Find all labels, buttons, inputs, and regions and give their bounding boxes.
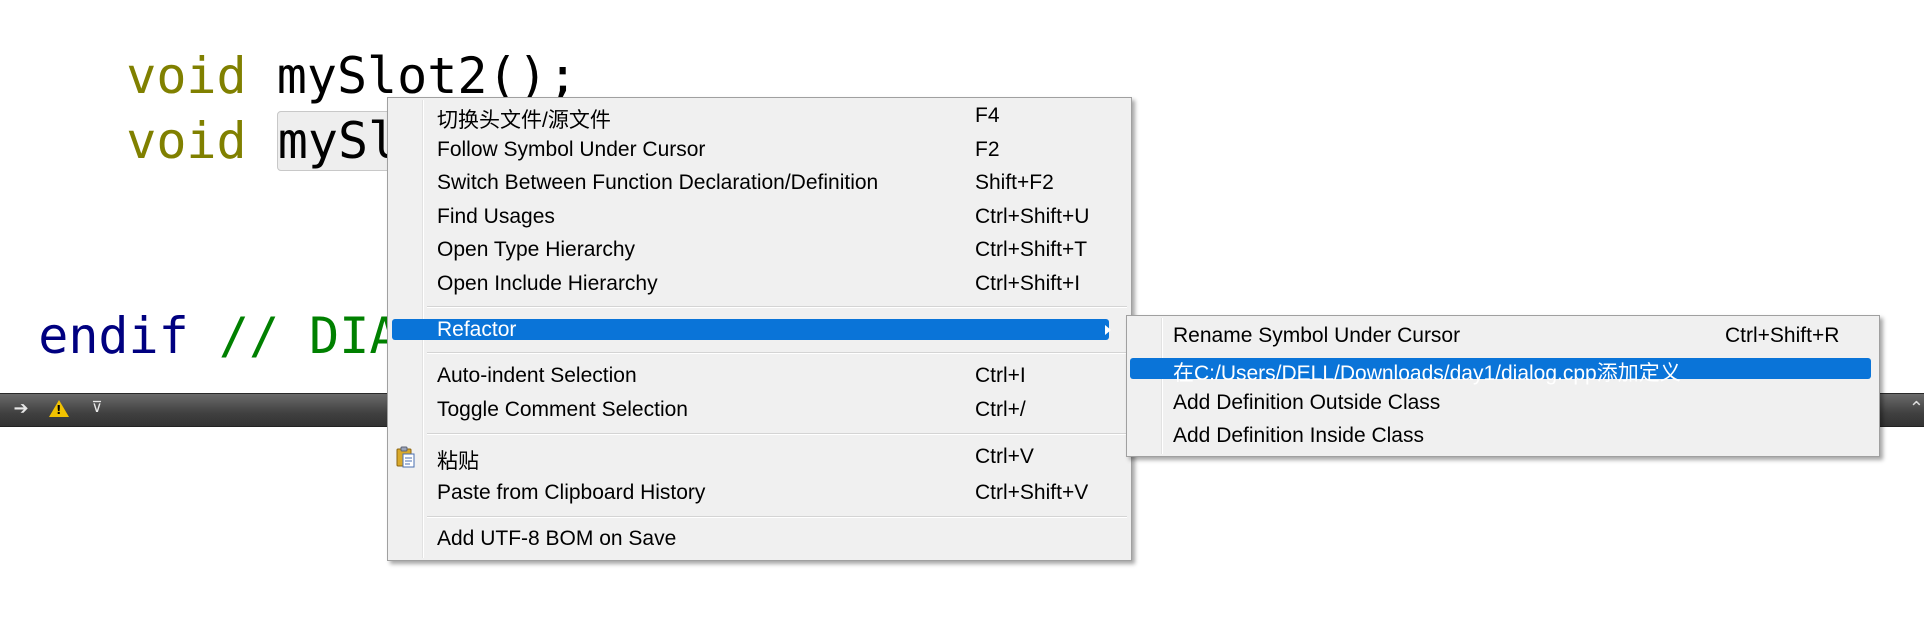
keyword: void [126,112,247,170]
submenu-arrow-icon [1105,325,1111,335]
context-menu: 切换头文件/源文件 F4 Follow Symbol Under Cursor … [387,97,1132,561]
menu-item-rename-symbol[interactable]: Rename Symbol Under Cursor Ctrl+Shift+R [1127,321,1879,351]
menu-item-toggle-comment[interactable]: Toggle Comment Selection Ctrl+/ [388,395,1131,425]
menu-item-paste[interactable]: 粘贴 Ctrl+V [388,442,1131,473]
menu-item-refactor[interactable]: Refactor [388,315,1131,345]
filter-icon[interactable]: ⊽ [86,397,108,419]
menu-separator [427,306,1127,308]
menu-item-add-def-outside[interactable]: Add Definition Outside Class [1127,388,1879,418]
menu-item-follow-symbol[interactable]: Follow Symbol Under Cursor F2 [388,135,1131,165]
menu-item-add-definition-cpp[interactable]: 在C:/Users/DELL/Downloads/day1/dialog.cpp… [1127,354,1879,385]
menu-separator [427,516,1127,518]
refactor-submenu: Rename Symbol Under Cursor Ctrl+Shift+R … [1126,315,1880,457]
arrow-right-icon[interactable]: ➔ [10,397,32,419]
menu-separator [427,433,1127,435]
paste-icon [396,446,415,468]
menu-item-auto-indent[interactable]: Auto-indent Selection Ctrl+I [388,361,1131,391]
menu-item-add-bom[interactable]: Add UTF-8 BOM on Save [388,524,1131,554]
menu-item-find-usages[interactable]: Find Usages Ctrl+Shift+U [388,202,1131,232]
warning-icon[interactable]: ! [49,400,69,417]
menu-item-paste-history[interactable]: Paste from Clipboard History Ctrl+Shift+… [388,478,1131,508]
chevron-up-icon[interactable]: ⌃ [1909,398,1924,419]
menu-separator [427,352,1127,354]
menu-item-switch-header-source[interactable]: 切换头文件/源文件 F4 [388,101,1131,132]
preprocessor-directive: endif [38,307,189,365]
menu-item-switch-decl-def[interactable]: Switch Between Function Declaration/Defi… [388,168,1131,198]
menu-item-include-hierarchy[interactable]: Open Include Hierarchy Ctrl+Shift+I [388,269,1131,299]
menu-item-type-hierarchy[interactable]: Open Type Hierarchy Ctrl+Shift+T [388,235,1131,265]
menu-item-add-def-inside[interactable]: Add Definition Inside Class [1127,421,1879,451]
